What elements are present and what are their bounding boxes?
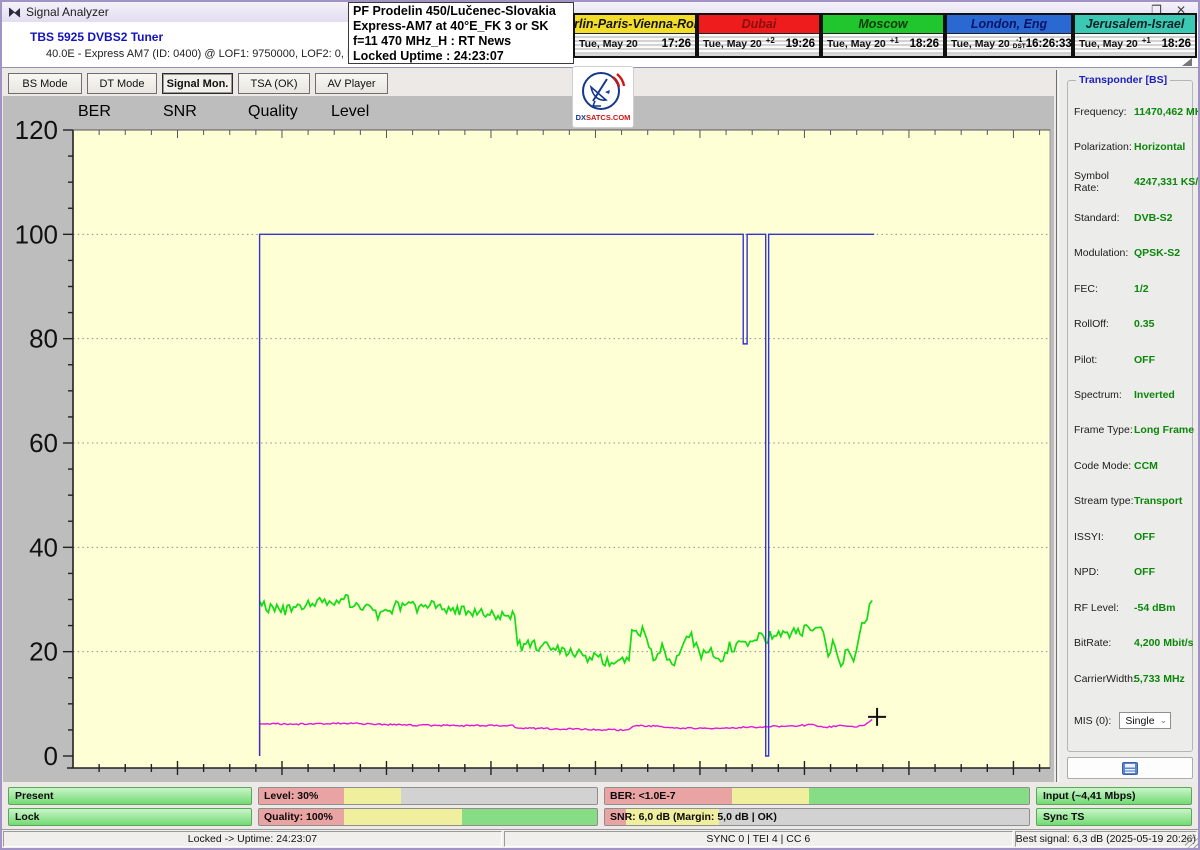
svg-text:0: 0: [44, 741, 58, 771]
tab-dt-mode[interactable]: DT Mode: [87, 73, 157, 94]
transponder-row: RollOff:0.35: [1074, 318, 1190, 331]
clock-moscow: Moscow Tue, May 20 +1 18:26: [821, 13, 945, 58]
mis-label: MIS (0):: [1074, 715, 1111, 727]
sync-ts-indicator: Sync TS: [1036, 808, 1192, 826]
clock-time: 18:26: [910, 38, 939, 50]
tuner-name: TBS 5925 DVBS2 Tuner: [30, 30, 163, 44]
clock-city: Dubai: [699, 15, 819, 34]
transponder-row: Stream type:Transport: [1074, 495, 1190, 508]
clock-date: Tue, May 20: [1079, 38, 1138, 50]
status-uptime: Locked -> Uptime: 24:23:07: [3, 831, 502, 847]
clock-time: 18:26: [1162, 38, 1191, 50]
transponder-panel: Transponder [BS] Frequency:11470,462 MHz…: [1059, 68, 1197, 782]
transponder-row: Standard:DVB-S2: [1074, 211, 1190, 224]
clock-city: Jerusalem-Israel: [1075, 15, 1195, 34]
tab-av-player[interactable]: AV Player: [315, 73, 388, 94]
transponder-row: CarrierWidth:5,733 MHz: [1074, 672, 1190, 685]
transponder-title: Transponder [BS]: [1076, 74, 1170, 86]
logo-text: DXSATCS.COM: [576, 113, 631, 122]
transponder-row: Modulation:QPSK-S2: [1074, 247, 1190, 260]
quality-meter: Quality: 100%: [258, 808, 598, 826]
clock-utc-offset: +1: [1142, 36, 1151, 45]
clock-london: London, Eng Tue, May 20 -1 DST 16:26:33: [945, 13, 1073, 58]
clock-jerusalem: Jerusalem-Israel Tue, May 20 +1 18:26: [1073, 13, 1197, 58]
mis-row: MIS (0): Single ⌄: [1074, 712, 1192, 729]
ber-meter: BER: <1.0E-7: [604, 787, 1030, 805]
clock-city: Berlin-Paris-Vienna-Roma: [575, 15, 695, 34]
transponder-row: Polarization:Horizontal: [1074, 140, 1190, 153]
clock-time: 17:26: [662, 38, 691, 50]
transponder-row: ISSYI:OFF: [1074, 530, 1190, 543]
clock-dubai: Dubai Tue, May 20 +2 19:26: [697, 13, 821, 58]
present-indicator: Present: [8, 787, 252, 805]
clock-berlin: Berlin-Paris-Vienna-Roma Tue, May 20 17:…: [573, 13, 697, 58]
satellite-dish-icon: [579, 67, 627, 115]
transponder-row: FEC:1/2: [1074, 282, 1190, 295]
note-line-3: f=11 470 MHz_H : RT News: [353, 34, 569, 49]
clock-date: Tue, May 20: [951, 38, 1010, 50]
app-icon: [8, 6, 21, 19]
transponder-row: RF Level:-54 dBm: [1074, 601, 1190, 614]
panel-divider: [1056, 70, 1057, 782]
clock-date: Tue, May 20: [827, 38, 886, 50]
save-icon: [1122, 762, 1138, 775]
signal-history-plot[interactable]: 0 20 40 60 80 100 120: [3, 96, 1054, 782]
snr-meter: SNR: 6,0 dB (Margin: 5,0 dB | OK): [604, 808, 1030, 826]
mis-dropdown[interactable]: Single ⌄: [1119, 712, 1171, 729]
status-best-signal: Best signal: 6,3 dB (2025-05-19 20:26): [1015, 831, 1197, 847]
clock-utc-offset: +1: [890, 36, 899, 45]
dxsatcs-logo: DXSATCS.COM: [572, 66, 634, 128]
world-clocks: Berlin-Paris-Vienna-Roma Tue, May 20 17:…: [573, 13, 1197, 58]
svg-text:80: 80: [29, 324, 58, 354]
svg-text:60: 60: [29, 428, 58, 458]
save-transponder-button[interactable]: [1067, 757, 1193, 779]
svg-text:20: 20: [29, 637, 58, 667]
transponder-row: Pilot:OFF: [1074, 353, 1190, 366]
note-line-2: Express-AM7 at 40°E_FK 3 or SK: [353, 19, 569, 34]
transponder-rows: Frequency:11470,462 MHz Polarization:Hori…: [1074, 105, 1190, 685]
level-meter: Level: 30%: [258, 787, 598, 805]
tuner-detail: 40.0E - Express AM7 (ID: 0400) @ LOF1: 9…: [46, 48, 398, 60]
lock-indicator: Lock: [8, 808, 252, 826]
note-line-4: Locked Uptime : 24:23:07: [353, 49, 569, 64]
window-resize-grip[interactable]: [1185, 835, 1199, 849]
svg-text:40: 40: [29, 532, 58, 562]
clock-time: 16:26:33: [1026, 38, 1072, 50]
chevron-down-icon: ⌄: [1160, 715, 1168, 726]
clock-utc-offset: +2: [766, 36, 775, 45]
transponder-row: Frame Type:Long Frame: [1074, 424, 1190, 437]
transponder-row: Spectrum:Inverted: [1074, 389, 1190, 402]
transponder-row: BitRate:4,200 Mbit/s: [1074, 637, 1190, 650]
transponder-row: Symbol Rate:4247,331 KS/s: [1074, 176, 1190, 189]
clock-city: Moscow: [823, 15, 943, 34]
meters-area: Present Level: 30% BER: <1.0E-7 Input (~…: [0, 783, 1200, 829]
clock-city: London, Eng: [947, 15, 1071, 34]
svg-text:100: 100: [15, 219, 58, 249]
tab-tsa[interactable]: TSA (OK): [238, 73, 310, 94]
transponder-groupbox: Transponder [BS] Frequency:11470,462 MHz…: [1067, 80, 1193, 752]
transponder-row: NPD:OFF: [1074, 566, 1190, 579]
transponder-row: Code Mode:CCM: [1074, 459, 1190, 472]
clock-time: 19:26: [786, 38, 815, 50]
svg-text:120: 120: [15, 115, 58, 145]
mode-tabs: BS Mode DT Mode Signal Mon. TSA (OK) AV …: [8, 73, 388, 94]
clock-date: Tue, May 20: [579, 38, 638, 50]
status-bar: Locked -> Uptime: 24:23:07 SYNC 0 | TEI …: [2, 829, 1198, 848]
clock-resize-grip[interactable]: [1182, 58, 1192, 66]
note-line-1: PF Prodelin 450/Lučenec-Slovakia: [353, 4, 569, 19]
window-title: Signal Analyzer: [26, 5, 109, 19]
tab-bs-mode[interactable]: BS Mode: [8, 73, 82, 94]
status-sync-counters: SYNC 0 | TEI 4 | CC 6: [504, 831, 1013, 847]
clock-date: Tue, May 20: [703, 38, 762, 50]
antenna-note: PF Prodelin 450/Lučenec-Slovakia Express…: [348, 2, 574, 64]
signal-chart-panel: BER SNR Quality Level 020406080100120: [3, 96, 1054, 782]
clock-dst-offset: -1 DST: [1013, 38, 1026, 50]
input-indicator: Input (~4,41 Mbps): [1036, 787, 1192, 805]
transponder-row: Frequency:11470,462 MHz: [1074, 105, 1190, 118]
tab-signal-mon[interactable]: Signal Mon.: [162, 73, 233, 94]
